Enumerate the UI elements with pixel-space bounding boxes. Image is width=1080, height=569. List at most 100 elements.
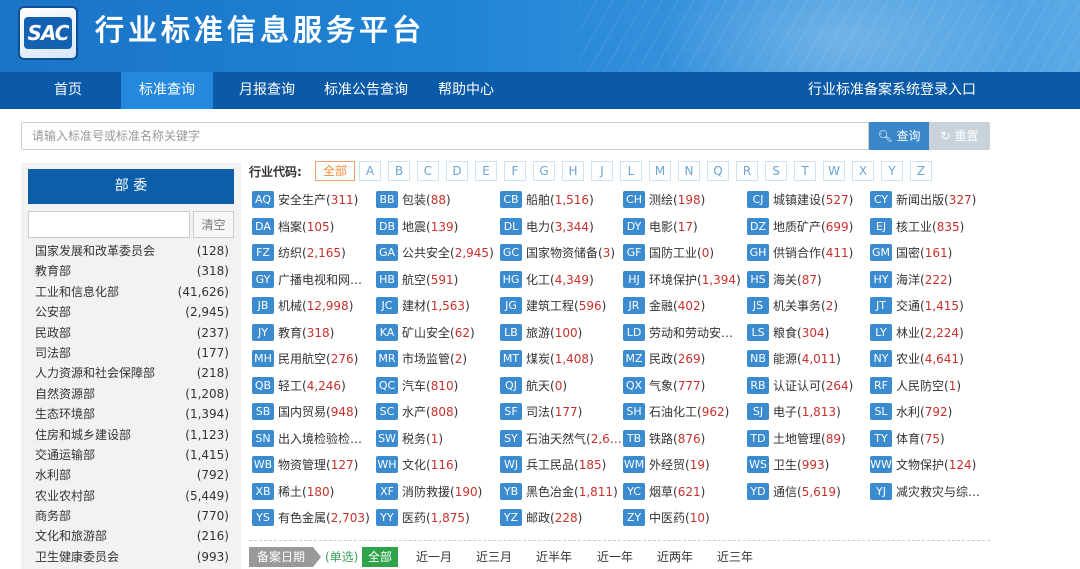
- industry-item-sb[interactable]: SB 国内贸易(948): [252, 403, 358, 421]
- department-filter-input[interactable]: [28, 211, 190, 238]
- department-item[interactable]: 国家发展和改革委员会 (128): [35, 241, 229, 261]
- nav-home[interactable]: 首页: [37, 72, 99, 109]
- department-item[interactable]: 农业农村部 (5,449): [35, 486, 229, 506]
- industry-item-mt[interactable]: MT 煤炭(1,408): [500, 350, 594, 368]
- letter-filter-q[interactable]: Q: [707, 161, 729, 181]
- industry-item-hg[interactable]: HG 化工(4,349): [500, 270, 594, 289]
- industry-item-ga[interactable]: GA 公共安全(2,945): [376, 244, 494, 262]
- date-option-6m[interactable]: 近半年: [536, 547, 572, 567]
- industry-item-sl[interactable]: SL 水利(792): [870, 403, 952, 421]
- industry-item-cb[interactable]: CB 船舶(1,516): [500, 191, 594, 209]
- letter-filter-f[interactable]: F: [504, 161, 526, 181]
- industry-item-yc[interactable]: YC 烟草(621): [623, 482, 705, 501]
- industry-item-sc[interactable]: SC 水产(808): [376, 403, 458, 421]
- industry-item-dz[interactable]: DZ 地质矿产(699): [747, 217, 853, 236]
- letter-filter-h[interactable]: H: [562, 161, 584, 181]
- industry-item-yy[interactable]: YY 医药(1,875): [376, 509, 470, 527]
- letter-filter-w[interactable]: W: [823, 161, 845, 181]
- industry-item-qx[interactable]: QX 气象(777): [623, 376, 705, 395]
- date-option-3m[interactable]: 近三月: [476, 547, 512, 567]
- industry-item-hs[interactable]: HS 海关(87): [747, 270, 822, 289]
- letter-filter-z[interactable]: Z: [910, 161, 932, 181]
- industry-item-jb[interactable]: JB 机械(12,998): [252, 297, 353, 315]
- industry-item-mr[interactable]: MR 市场监管(2): [376, 350, 467, 368]
- industry-item-hy[interactable]: HY 海洋(222): [870, 270, 952, 289]
- letter-filter-j[interactable]: J: [591, 161, 613, 181]
- industry-item-ld[interactable]: LD 劳动和劳动安…: [623, 323, 733, 342]
- industry-item-js[interactable]: JS 机关事务(2): [747, 297, 838, 315]
- industry-item-gy[interactable]: GY 广播电视和网…: [252, 270, 362, 289]
- industry-item-jc[interactable]: JC 建材(1,563): [376, 297, 470, 315]
- nav-standard-query[interactable]: 标准查询: [121, 72, 213, 109]
- industry-item-fz[interactable]: FZ 纺织(2,165): [252, 244, 346, 262]
- letter-filter-r[interactable]: R: [736, 161, 758, 181]
- nav-monthly-report[interactable]: 月报查询: [229, 72, 305, 109]
- industry-item-dy[interactable]: DY 电影(17): [623, 217, 698, 236]
- industry-item-rb[interactable]: RB 认证认可(264): [747, 376, 853, 395]
- department-item[interactable]: 工业和信息化部 (41,626): [35, 282, 229, 302]
- industry-item-mz[interactable]: MZ 民政(269): [623, 350, 705, 368]
- search-input[interactable]: 请输入标准号或标准名称关键字: [21, 122, 869, 150]
- letter-filter-b[interactable]: B: [388, 161, 410, 181]
- industry-item-yz[interactable]: YZ 邮政(228): [500, 509, 582, 527]
- industry-item-gm[interactable]: GM 国密(161): [870, 244, 952, 262]
- letter-filter-c[interactable]: C: [417, 161, 439, 181]
- industry-item-nb[interactable]: NB 能源(4,011): [747, 350, 841, 368]
- industry-item-aq[interactable]: AQ 安全生产(311): [252, 191, 358, 209]
- industry-item-hb[interactable]: HB 航空(591): [376, 270, 458, 289]
- letter-filter-x[interactable]: X: [852, 161, 874, 181]
- letter-filter-e[interactable]: E: [475, 161, 497, 181]
- department-item[interactable]: 司法部 (177): [35, 343, 229, 363]
- letter-filter-y[interactable]: Y: [881, 161, 903, 181]
- industry-item-ly[interactable]: LY 林业(2,224): [870, 323, 964, 342]
- letter-filter-a[interactable]: A: [359, 161, 381, 181]
- department-item[interactable]: 民政部 (237): [35, 323, 229, 343]
- date-option-1y[interactable]: 近一年: [597, 547, 633, 567]
- industry-item-xb[interactable]: XB 稀土(180): [252, 482, 334, 501]
- department-item[interactable]: 教育部 (318): [35, 261, 229, 281]
- filing-login-link[interactable]: 行业标准备案系统登录入口: [808, 72, 976, 109]
- industry-item-sy[interactable]: SY 石油天然气(2,6…: [500, 429, 622, 448]
- industry-item-ny[interactable]: NY 农业(4,641): [870, 350, 964, 368]
- industry-item-jg[interactable]: JG 建筑工程(596): [500, 297, 606, 315]
- industry-item-db[interactable]: DB 地震(139): [376, 217, 458, 236]
- department-item[interactable]: 水利部 (792): [35, 465, 229, 485]
- industry-item-ka[interactable]: KA 矿山安全(62): [376, 323, 475, 342]
- letter-filter-g[interactable]: G: [533, 161, 555, 181]
- department-clear-button[interactable]: 清空: [193, 211, 234, 238]
- reset-button[interactable]: ↻ 重置: [929, 122, 990, 150]
- industry-item-yd[interactable]: YD 通信(5,619): [747, 482, 841, 501]
- industry-item-qc[interactable]: QC 汽车(810): [376, 376, 458, 395]
- industry-item-dl[interactable]: DL 电力(3,344): [500, 217, 594, 236]
- letter-filter-l[interactable]: L: [620, 161, 642, 181]
- industry-item-jt[interactable]: JT 交通(1,415): [870, 297, 964, 315]
- industry-item-qb[interactable]: QB 轻工(4,246): [252, 376, 346, 395]
- industry-item-td[interactable]: TD 土地管理(89): [747, 429, 846, 448]
- nav-help-center[interactable]: 帮助中心: [429, 72, 503, 109]
- department-item[interactable]: 公安部 (2,945): [35, 302, 229, 322]
- industry-item-cy[interactable]: CY 新闻出版(327): [870, 191, 976, 209]
- letter-filter-all[interactable]: 全部: [315, 161, 355, 181]
- industry-item-gh[interactable]: GH 供销合作(411): [747, 244, 853, 262]
- industry-item-ch[interactable]: CH 测绘(198): [623, 191, 705, 209]
- letter-filter-t[interactable]: T: [794, 161, 816, 181]
- department-item[interactable]: 自然资源部 (1,208): [35, 384, 229, 404]
- department-item[interactable]: 卫生健康委员会 (993): [35, 547, 229, 567]
- industry-item-ty[interactable]: TY 体育(75): [870, 429, 945, 448]
- industry-item-xf[interactable]: XF 消防救援(190): [376, 482, 482, 501]
- industry-item-gc[interactable]: GC 国家物资储备(3): [500, 244, 615, 262]
- industry-item-cj[interactable]: CJ 城镇建设(527): [747, 191, 853, 209]
- industry-item-sw[interactable]: SW 税务(1): [376, 429, 443, 448]
- department-item[interactable]: 文化和旅游部 (216): [35, 526, 229, 546]
- industry-item-wh[interactable]: WH 文化(116): [376, 456, 458, 474]
- industry-item-hj[interactable]: HJ 环境保护(1,394): [623, 270, 741, 289]
- letter-filter-n[interactable]: N: [678, 161, 700, 181]
- nav-announcement-query[interactable]: 标准公告查询: [318, 72, 414, 109]
- industry-item-ej[interactable]: EJ 核工业(835): [870, 217, 964, 236]
- industry-item-wj[interactable]: WJ 兵工民品(185): [500, 456, 606, 474]
- industry-item-sj[interactable]: SJ 电子(1,813): [747, 403, 841, 421]
- department-item[interactable]: 交通运输部 (1,415): [35, 445, 229, 465]
- industry-item-gf[interactable]: GF 国防工业(0): [623, 244, 714, 262]
- industry-item-da[interactable]: DA 档案(105): [252, 217, 334, 236]
- industry-item-sf[interactable]: SF 司法(177): [500, 403, 582, 421]
